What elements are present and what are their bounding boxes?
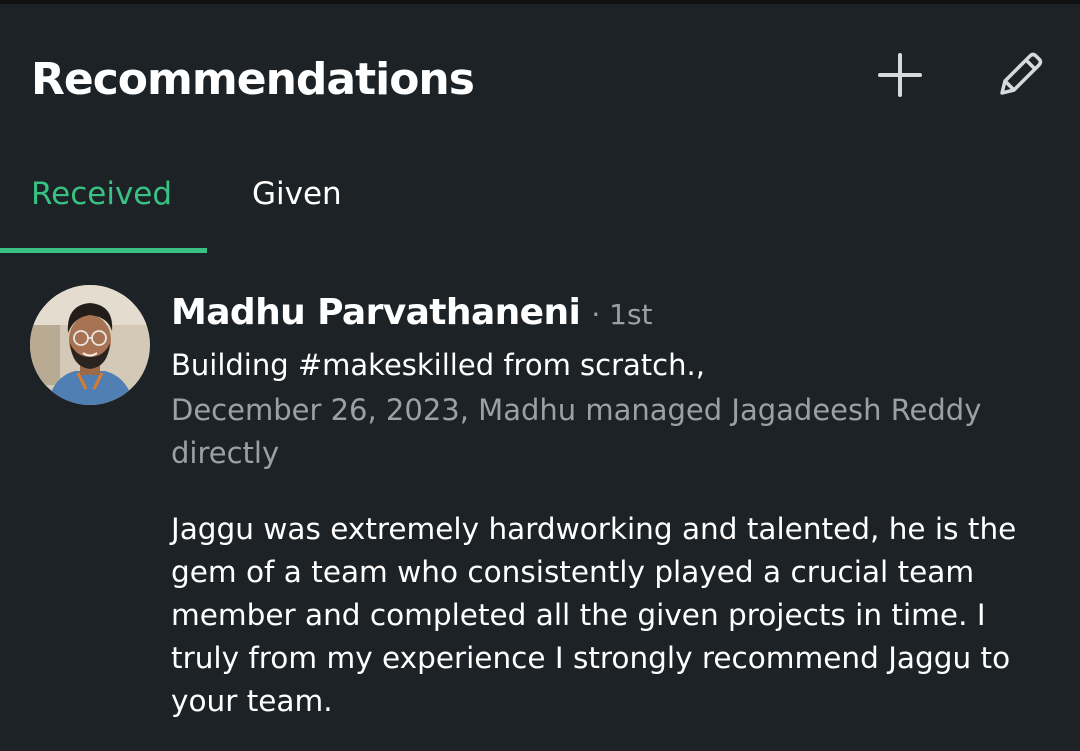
tab-received[interactable]: Received: [0, 150, 207, 254]
add-recommendation-button[interactable]: [870, 45, 930, 105]
page-title: Recommendations: [31, 54, 475, 105]
recommender-name-row: Madhu Parvathaneni · 1st: [171, 290, 653, 342]
connection-degree: · 1st: [591, 298, 653, 331]
recommendation-meta: December 26, 2023, Madhu managed Jagadee…: [171, 393, 982, 470]
plus-icon: [878, 53, 922, 97]
recommendation-card: Madhu Parvathaneni · 1st Building #makes…: [0, 270, 1080, 751]
header: Recommendations: [0, 0, 1080, 150]
tab-given-label: Given: [252, 176, 342, 212]
active-tab-indicator: [0, 248, 207, 253]
pencil-icon: [1000, 52, 1043, 95]
tab-given[interactable]: Given: [230, 150, 380, 254]
recommendation-tabs: Received Given: [0, 150, 1080, 254]
avatar[interactable]: [30, 285, 150, 405]
avatar-photo: [30, 285, 150, 405]
recommender-headline: Building #makeskilled from scratch.,: [171, 348, 705, 382]
recommender-name[interactable]: Madhu Parvathaneni: [171, 292, 581, 333]
edit-recommendations-button[interactable]: [990, 45, 1050, 105]
recommendation-text: Jaggu was extremely hardworking and tale…: [171, 512, 1017, 718]
tab-received-label: Received: [31, 176, 173, 212]
